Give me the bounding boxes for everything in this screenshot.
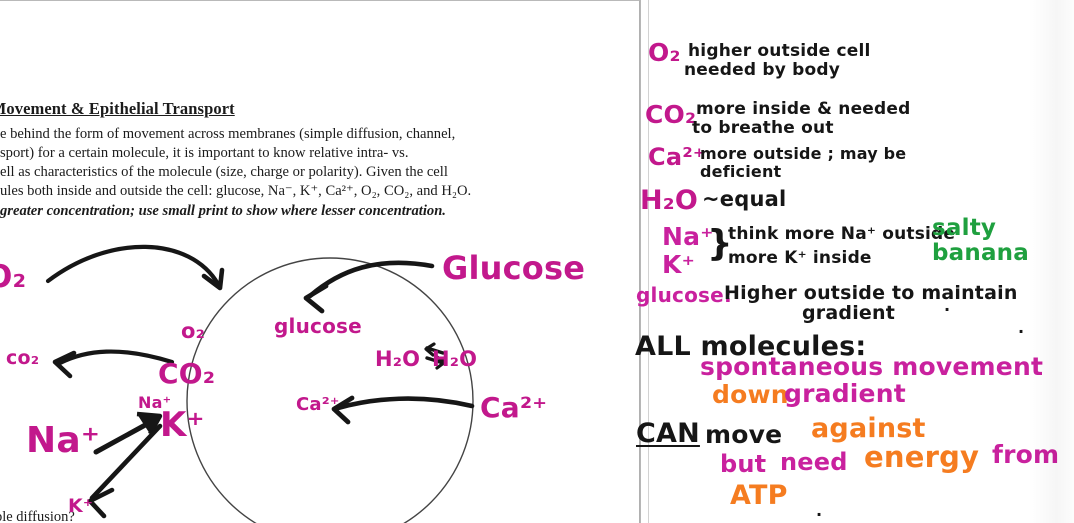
worksheet-line-4: ules both inside and outside the cell: g… bbox=[0, 183, 472, 200]
cell-membrane-circle bbox=[186, 257, 474, 523]
worksheet-line-3: ell as characteristics of the molecule (… bbox=[0, 164, 448, 181]
diagram-label-h2o-inside: H₂O bbox=[375, 347, 421, 371]
note-energy-word: energy bbox=[864, 440, 980, 474]
diagram-label-ca-inside: Ca²⁺ bbox=[296, 394, 340, 415]
note-but-word: but bbox=[720, 450, 767, 478]
note-ca-symbol: Ca²⁺ bbox=[648, 143, 706, 171]
diagram-label-k-inside: K⁺ bbox=[160, 405, 205, 445]
glucose-arrowhead bbox=[303, 283, 329, 314]
stray-ink-dot-1: · bbox=[944, 300, 951, 319]
stray-ink-dot-2: · bbox=[1018, 322, 1025, 341]
note-co2-symbol: CO₂ bbox=[645, 100, 697, 129]
handwritten-notes-page: O₂ higher outside cell needed by body CO… bbox=[635, 0, 1074, 523]
note-h2o-text: ~equal bbox=[702, 187, 787, 211]
worksheet-line-5: greater concentration; use small print t… bbox=[0, 202, 446, 219]
ca-inward-arrow bbox=[335, 396, 475, 411]
diagram-label-co2-inside: CO₂ bbox=[158, 357, 216, 390]
worksheet-text-block: rane Movement & Epithelial Transport e b… bbox=[0, 99, 600, 221]
note-down-word: down bbox=[712, 380, 789, 409]
diagram-label-o2-inside: o₂ bbox=[181, 319, 206, 343]
glucose-inward-arrow bbox=[307, 260, 435, 299]
worksheet-line-2: sport) for a certain molecule, it is imp… bbox=[0, 144, 409, 161]
note-atp-word: ATP bbox=[730, 480, 788, 511]
note-glucose-label: glucose: bbox=[636, 283, 733, 307]
note-o2-symbol: O₂ bbox=[648, 38, 681, 67]
note-glucose-line-2: gradient bbox=[802, 302, 896, 324]
note-can-word: CAN bbox=[636, 418, 700, 449]
worksheet-line-1: e behind the form of movement across mem… bbox=[0, 125, 456, 142]
worksheet-title: rane Movement & Epithelial Transport bbox=[0, 99, 235, 118]
diagram-label-h2o-outside: H₂O bbox=[432, 347, 478, 371]
diagram-label-ca-outside: Ca²⁺ bbox=[480, 391, 548, 424]
diagram-label-k-outside: K⁺ bbox=[68, 495, 94, 517]
note-all-molecules-line-1: spontaneous movement bbox=[700, 352, 1044, 381]
note-move-word: move bbox=[705, 420, 783, 449]
co2-outward-arrow bbox=[57, 349, 175, 366]
note-co2-line-2: to breathe out bbox=[692, 118, 834, 138]
screenshot-root: rane Movement & Epithelial Transport e b… bbox=[0, 0, 1074, 523]
note-na-mnemonic: salty bbox=[932, 215, 997, 241]
diagram-label-o2-outside: O₂ bbox=[0, 259, 27, 295]
worksheet-page: rane Movement & Epithelial Transport e b… bbox=[0, 0, 640, 523]
note-o2-line-1: higher outside cell bbox=[688, 41, 871, 61]
note-ca-line-2: deficient bbox=[700, 162, 782, 181]
stray-ink-dot-3: · bbox=[816, 505, 823, 523]
diagram-label-na-outside: Na⁺ bbox=[26, 420, 101, 461]
note-gradient-word: gradient bbox=[784, 379, 906, 408]
note-o2-line-2: needed by body bbox=[684, 60, 841, 80]
note-k-symbol: K⁺ bbox=[662, 250, 695, 279]
diagram-label-glucose-outside: Glucose bbox=[442, 249, 586, 287]
note-glucose-line-1: Higher outside to maintain bbox=[724, 282, 1018, 304]
note-na-symbol: Na⁺ bbox=[662, 222, 714, 251]
note-na-text: think more Na⁺ outside bbox=[728, 224, 956, 244]
worksheet-paragraph: e behind the form of movement across mem… bbox=[0, 125, 600, 221]
diagram-label-glucose-inside: glucose bbox=[274, 314, 362, 338]
note-h2o-symbol: H₂O bbox=[640, 185, 698, 216]
co2-arrowhead bbox=[52, 350, 77, 379]
note-co2-line-1: more inside & needed bbox=[696, 99, 911, 119]
o2-inward-arrow bbox=[45, 244, 221, 287]
note-need-word: need bbox=[780, 448, 848, 476]
diagram-label-co2-outside: co₂ bbox=[6, 347, 40, 369]
note-ca-line-1: more outside ; may be bbox=[700, 144, 907, 163]
note-k-mnemonic: banana bbox=[932, 240, 1029, 266]
note-k-text: more K⁺ inside bbox=[728, 248, 872, 268]
page-edge-shadow bbox=[1028, 0, 1074, 523]
